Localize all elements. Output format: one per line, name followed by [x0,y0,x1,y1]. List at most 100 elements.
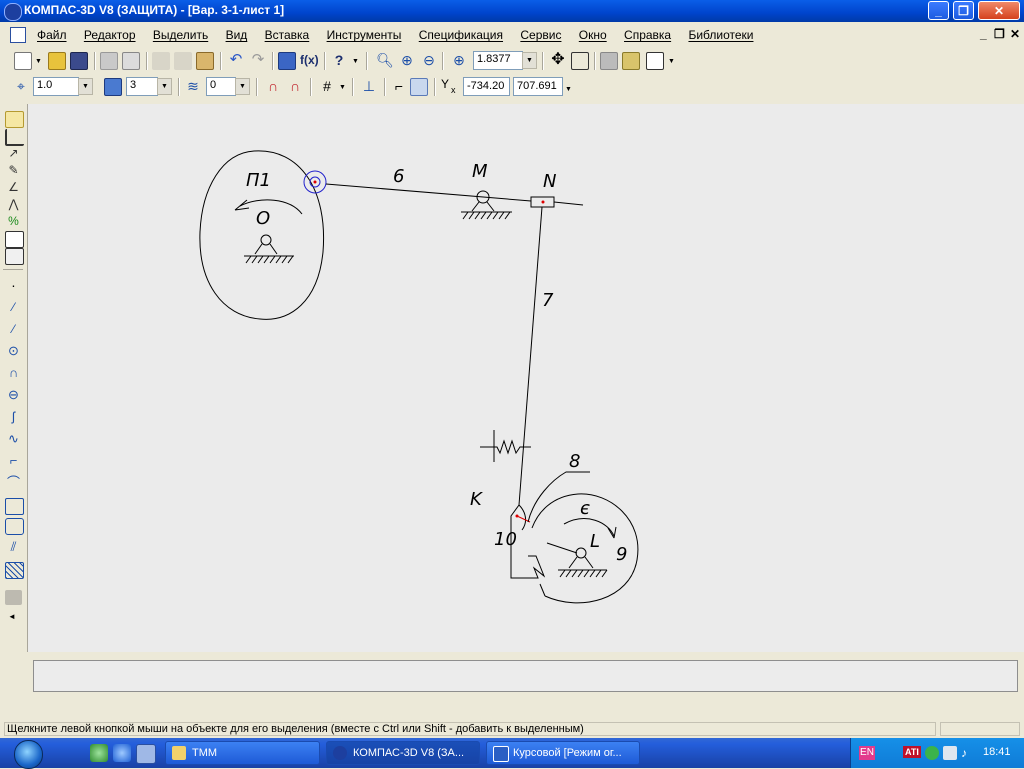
grid-icon[interactable]: # [318,78,336,96]
windows-orb-icon[interactable] [14,740,43,769]
menu-help[interactable]: Справка [624,28,671,42]
scroll-left-icon[interactable]: ◄ [8,612,16,621]
local-cs-icon[interactable]: ⊥ [360,78,378,96]
chamfer-tool-icon[interactable]: ⌐ [5,454,22,469]
editing-tool-icon[interactable]: ✎ [5,163,22,178]
new-dropdown-icon[interactable]: ▼ [35,58,42,65]
maximize-button[interactable]: ❐ [953,1,974,20]
menu-window[interactable]: Окно [579,28,607,42]
menu-specification[interactable]: Спецификация [419,28,503,42]
undo-icon[interactable]: ↶ [227,52,245,70]
zoom-dropdown-icon[interactable]: ▼ [522,52,537,69]
view-manager-icon[interactable] [646,52,664,70]
snap-magnet-icon[interactable]: ∩ [264,78,282,96]
fill-tool-icon[interactable] [5,562,24,579]
spline-tool-icon[interactable]: ʃ [5,410,22,425]
layer-style-field[interactable]: 3 [126,77,158,96]
menu-file[interactable]: Файл [37,28,67,42]
minimize-button[interactable]: _ [928,1,949,20]
pan-icon[interactable]: ✥ [549,52,567,70]
task-word[interactable]: Курсовой [Режим ог... [486,741,640,765]
layers-icon[interactable]: ≋ [184,78,202,96]
help-dropdown-icon[interactable]: ▼ [352,58,359,65]
polygon-tool-icon[interactable] [5,518,24,535]
zoom-out-icon[interactable]: ⊖ [420,52,438,70]
grid-dropdown-icon[interactable]: ▼ [339,84,346,91]
hatch-tool-icon[interactable]: ⫽ [5,540,22,555]
menu-view[interactable]: Вид [226,28,248,42]
link-7[interactable] [518,206,543,506]
kompas-app-icon[interactable] [4,3,22,21]
copy-icon[interactable] [174,52,192,70]
layer-style-dropdown-icon[interactable]: ▼ [157,78,172,95]
scale-field[interactable]: 1.0 [33,77,79,96]
new-document-icon[interactable] [14,52,32,70]
help-cursor-icon[interactable]: ? [330,52,348,70]
rectangle-tool-icon[interactable] [5,498,24,515]
save-icon[interactable] [70,52,88,70]
menu-insert[interactable]: Вставка [265,28,310,42]
internet-explorer-icon[interactable] [113,744,131,762]
measure-icon[interactable] [622,52,640,70]
fillet-tool-icon[interactable]: ⌒ [5,476,22,491]
paste-icon[interactable] [196,52,214,70]
spec-tool-icon[interactable] [5,231,24,248]
volume-icon[interactable]: ♪ [961,746,975,760]
scale-dropdown-icon[interactable]: ▼ [78,78,93,95]
select-tool-icon[interactable]: % [5,214,22,229]
bezier-tool-icon[interactable]: ∿ [5,432,22,447]
ati-icon[interactable]: ATI [903,746,921,758]
document-manager-icon[interactable] [278,52,296,70]
zoom-field[interactable]: 1.8377 [473,51,523,70]
ortho-mode-icon[interactable]: ⌐ [390,78,408,96]
tray-green-icon[interactable] [925,746,939,760]
start-button[interactable] [0,738,84,769]
document-icon[interactable] [10,27,26,43]
local-snap-icon[interactable]: ∩ [286,78,304,96]
layer-style-icon[interactable] [104,78,122,96]
zoom-scale-icon[interactable]: ⊕ [450,52,468,70]
link-6[interactable] [325,183,532,202]
view-dropdown-icon[interactable]: ▼ [668,58,675,65]
layer-field[interactable]: 0 [206,77,236,96]
layer-dropdown-icon[interactable]: ▼ [235,78,250,95]
dimensions-tool-icon[interactable] [5,129,24,146]
coord-dropdown-icon[interactable]: ▼ [565,86,572,93]
tray-network-icon[interactable] [943,746,957,760]
designations-tool-icon[interactable]: ↗ [5,146,22,161]
ellipse-tool-icon[interactable]: ⊖ [5,388,22,403]
language-indicator[interactable]: EN [859,746,875,760]
geometry-tool-icon[interactable] [5,111,24,128]
media-player-icon[interactable] [90,744,108,762]
zoom-icon[interactable]: 🔍︎ [376,52,394,70]
segment-tool-icon[interactable]: ⁄ [5,322,22,337]
point-tool-icon[interactable]: · [5,278,22,294]
menu-editor[interactable]: Редактор [84,28,136,42]
function-fx-icon[interactable]: f(x) [300,52,319,70]
close-button[interactable]: ✕ [978,1,1020,20]
circle-tool-icon[interactable]: ⊙ [5,344,22,359]
cut-icon[interactable] [152,52,170,70]
redo-icon[interactable]: ↷ [249,52,267,70]
measure-tool-icon[interactable]: ⋀ [5,197,22,212]
menu-select[interactable]: Выделить [153,28,208,42]
print-icon[interactable] [100,52,118,70]
drawing-canvas[interactable]: П1 O 6 M N 7 8 K 10 є L 9 [28,104,1024,652]
redraw-icon[interactable] [600,52,618,70]
grid-step-icon[interactable]: ⌖ [12,78,30,96]
arc-tool-icon[interactable]: ∩ [5,366,22,381]
doc-close-button[interactable]: ✕ [1010,27,1020,41]
zoom-in-icon[interactable]: ⊕ [398,52,416,70]
show-desktop-icon[interactable] [136,744,156,764]
more-tools-icon[interactable] [5,590,22,605]
reports-tool-icon[interactable] [5,248,24,265]
doc-restore-button[interactable]: ❐ [994,27,1005,41]
task-kompas[interactable]: КОМПАС-3D V8 (ЗА... [326,741,480,765]
show-all-icon[interactable] [571,52,589,70]
aux-line-tool-icon[interactable]: ⁄ [5,300,22,315]
menu-libraries[interactable]: Библиотеки [688,28,753,42]
open-folder-icon[interactable] [48,52,66,70]
print-preview-icon[interactable] [122,52,140,70]
menu-service[interactable]: Сервис [520,28,561,42]
parametrization-tool-icon[interactable]: ∠ [5,180,22,195]
